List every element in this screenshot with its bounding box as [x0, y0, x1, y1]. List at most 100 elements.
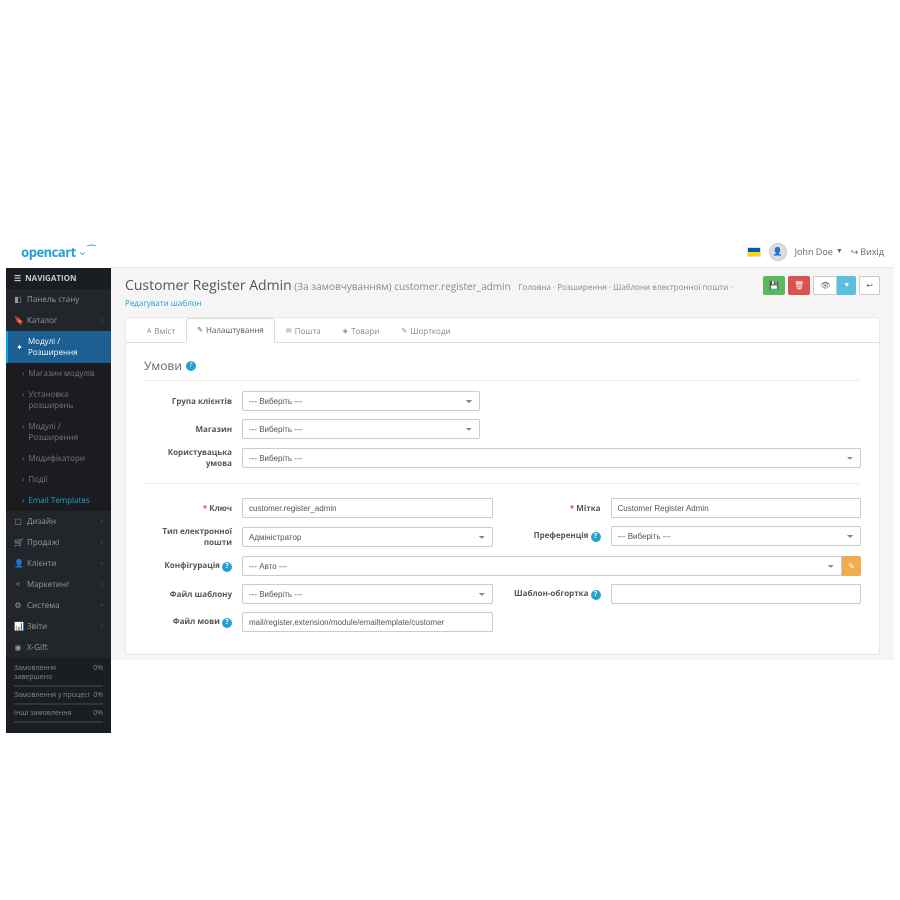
tag-icon: 🔖 [14, 315, 22, 326]
breadcrumb-link[interactable]: Головна [519, 282, 551, 293]
sidebar-sub-marketplace[interactable]: ›Магазин модулів [6, 363, 111, 384]
pencil-icon: ✎ [848, 562, 855, 571]
condition-select[interactable]: --- Виберіть --- [242, 448, 861, 468]
progress-bar [14, 703, 103, 705]
chevron-right-icon: › [101, 538, 103, 547]
preference-select[interactable]: --- Виберіть --- [611, 526, 862, 546]
flag-icon[interactable] [747, 247, 761, 257]
help-icon[interactable]: ? [591, 590, 601, 600]
main-panel: AВміст ✎Налаштування ✉Пошта ◈Товари ✎Шор… [125, 317, 880, 655]
user-name: John Doe [795, 245, 833, 258]
logout-link[interactable]: ↪ Вихід [851, 245, 884, 258]
chevron-right-icon: › [101, 343, 103, 352]
sidebar-item-dashboard[interactable]: ◧Панель стану [6, 289, 111, 310]
sidebar-item-extensions[interactable]: ✦Модулі / Розширення › [6, 331, 111, 363]
store-select[interactable]: --- Виберіть --- [242, 419, 480, 439]
key-input[interactable] [242, 498, 493, 518]
reply-icon: ↩ [866, 281, 873, 290]
bullet-icon: › [22, 421, 24, 443]
help-icon[interactable]: ? [591, 532, 601, 542]
sidebar-sub-extensions[interactable]: ›Модулі / Розширення [6, 416, 111, 448]
page-code: customer.register_admin [394, 279, 511, 293]
sidebar-stats: Замовлення завершено0% Замовлення у проц… [6, 658, 111, 733]
key-label: * Ключ [144, 503, 232, 514]
puzzle-icon: ✦ [16, 342, 23, 353]
sidebar-sub-installer[interactable]: ›Установка розширень [6, 384, 111, 416]
logout-label: Вихід [860, 245, 884, 258]
lang-file-label: Файл мови ? [144, 616, 232, 628]
save-button[interactable]: 💾 [763, 276, 785, 295]
progress-bar [14, 685, 103, 687]
eye-icon: 👁 [820, 281, 830, 290]
top-header: opencart⌄⁀ 👤 John Doe ▼ ↪ Вихід [6, 236, 894, 268]
sidebar-item-sales[interactable]: 🛒Продажі › [6, 532, 111, 553]
customer-group-label: Група клієнтів [144, 396, 232, 407]
email-type-label: Тип електронної пошти [144, 526, 232, 548]
wrench-icon: ✎ [197, 326, 203, 335]
magic-icon: ✎ [401, 327, 407, 336]
user-dropdown[interactable]: John Doe ▼ [795, 245, 843, 258]
customer-group-select[interactable]: --- Виберіть --- [242, 391, 480, 411]
bullet-icon: › [22, 368, 24, 379]
sidebar-item-xgift[interactable]: ◉X-Gift [6, 637, 111, 658]
help-icon[interactable]: ? [222, 618, 232, 628]
sidebar-item-reports[interactable]: 📊Звіти › [6, 616, 111, 637]
bullet-icon: › [22, 389, 24, 411]
wrapper-input[interactable] [611, 584, 862, 604]
sidebar-sub-email-templates[interactable]: ›Email Templates [6, 490, 111, 511]
help-icon[interactable]: ? [222, 562, 232, 572]
dashboard-icon: ◧ [14, 294, 22, 305]
sidebar-item-customers[interactable]: 👤Клієнти › [6, 553, 111, 574]
lang-file-input[interactable] [242, 612, 493, 632]
breadcrumb-active[interactable]: Редагувати шаблон [125, 298, 202, 309]
sidebar-item-system[interactable]: ⚙Система › [6, 595, 111, 616]
chevron-right-icon: › [101, 622, 103, 631]
font-icon: A [147, 327, 151, 336]
menu-icon: ☰ [14, 273, 21, 284]
tab-content[interactable]: AВміст [136, 318, 186, 343]
tab-products[interactable]: ◈Товари [332, 318, 391, 343]
template-file-label: Файл шаблону [144, 589, 232, 600]
breadcrumb-link[interactable]: Шаблони електронної пошти [613, 282, 728, 293]
help-icon[interactable]: ? [186, 361, 196, 371]
label-input[interactable] [611, 498, 862, 518]
delete-button[interactable]: 🗑 [788, 276, 810, 295]
bullet-icon: › [22, 495, 24, 506]
tab-mail[interactable]: ✉Пошта [275, 318, 332, 343]
tab-settings[interactable]: ✎Налаштування [186, 318, 275, 343]
preference-label: Преференція ? [513, 530, 601, 542]
envelope-icon: ✉ [286, 327, 292, 336]
config-select[interactable]: --- Авто --- [242, 556, 842, 576]
sidebar-item-marketing[interactable]: <Маркетинг › [6, 574, 111, 595]
sidebar-item-catalog[interactable]: 🔖Каталог › [6, 310, 111, 331]
config-edit-button[interactable]: ✎ [842, 556, 861, 576]
sidebar-item-design[interactable]: ▢Дизайн › [6, 511, 111, 532]
condition-label: Користувацька умова [144, 447, 232, 469]
config-label: Конфігурація ? [144, 560, 232, 572]
breadcrumb-link[interactable]: Розширення [557, 282, 607, 293]
back-button[interactable]: ↩ [859, 276, 880, 295]
page-header: Customer Register Admin (За замовчування… [111, 268, 894, 317]
cart-icon: ⌄⁀ [78, 244, 96, 259]
sidebar-sub-modifications[interactable]: ›Модифікатори [6, 448, 111, 469]
dropdown-button[interactable]: ▼ [837, 276, 856, 295]
page-subtitle: (За замовчуванням) [294, 279, 391, 293]
wrapper-label: Шаблон-обгортка ? [513, 588, 601, 600]
nav-header: ☰ NAVIGATION [6, 268, 111, 289]
logo[interactable]: opencart⌄⁀ [6, 236, 111, 268]
avatar[interactable]: 👤 [769, 243, 787, 261]
template-file-select[interactable]: --- Виберіть --- [242, 584, 493, 604]
header-actions: 💾 🗑 👁 ▼ ↩ [763, 276, 880, 295]
bullet-icon: › [22, 474, 24, 485]
email-type-select[interactable]: Адміністратор [242, 527, 493, 547]
logout-icon: ↪ [851, 245, 859, 258]
stat-row: Замовлення у процесі0% [14, 691, 103, 700]
chevron-right-icon: › [101, 517, 103, 526]
tab-shortcodes[interactable]: ✎Шорткоди [390, 318, 461, 343]
sidebar: ☰ NAVIGATION ◧Панель стану 🔖Каталог › ✦М… [6, 268, 111, 660]
sidebar-sub-events[interactable]: ›Події [6, 469, 111, 490]
progress-bar [14, 721, 103, 723]
view-button[interactable]: 👁 [813, 276, 837, 295]
gift-icon: ◉ [14, 642, 22, 653]
chevron-right-icon: › [101, 580, 103, 589]
